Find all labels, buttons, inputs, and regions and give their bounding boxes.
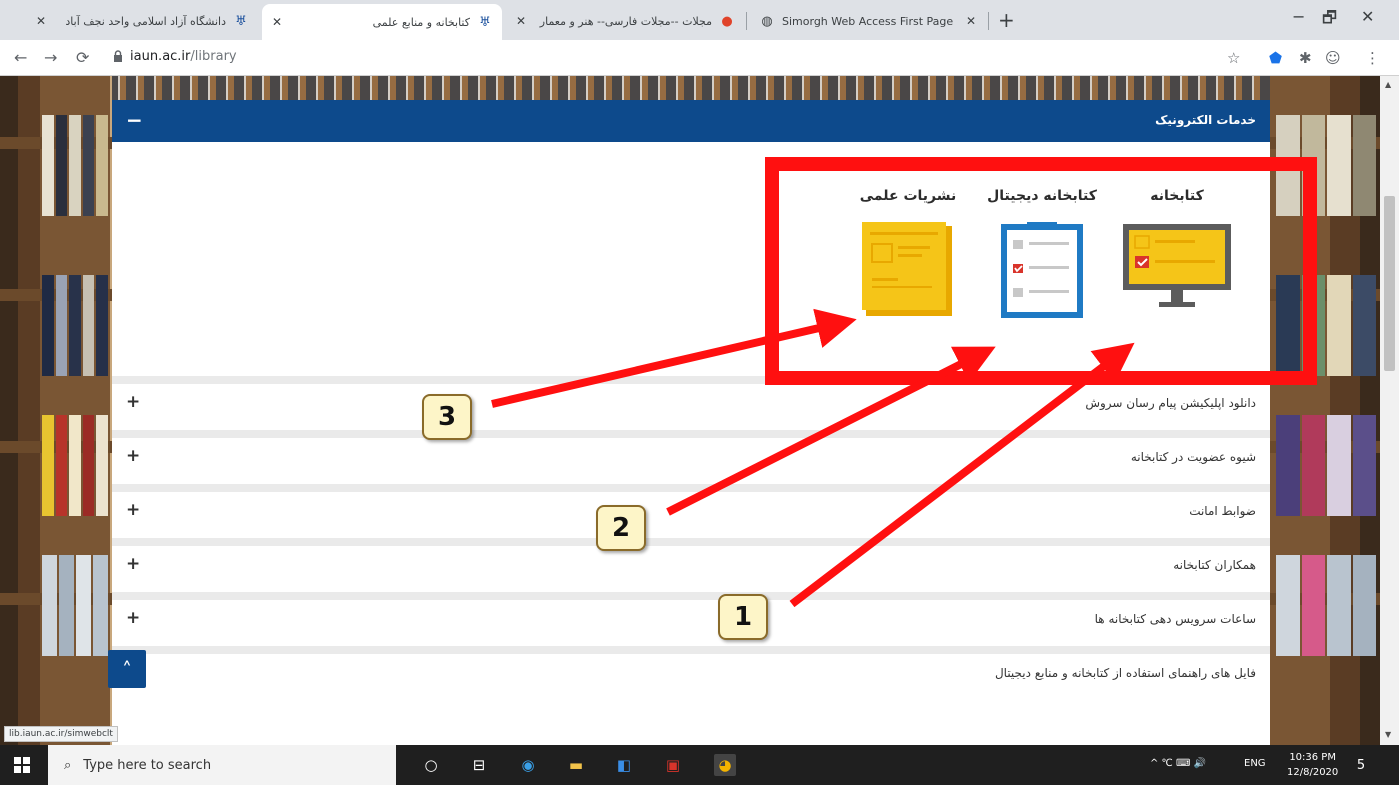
restore-button[interactable]: 🗗	[1322, 7, 1337, 34]
university-logo-icon: ♅	[479, 14, 491, 30]
accordion-row-membership[interactable]: + شیوه عضویت در کتابخانه	[112, 430, 1270, 476]
status-bar-link: lib.iaun.ac.ir/simwebclt	[4, 726, 118, 742]
notification-count: 5	[1356, 757, 1366, 773]
url-path: /library	[190, 49, 237, 64]
clipboard-icon[interactable]	[977, 222, 1107, 324]
journal-icon[interactable]	[852, 222, 964, 322]
expand-plus-icon[interactable]: +	[126, 554, 140, 574]
tab-label: دانشگاه آزاد اسلامی واحد نجف آباد	[65, 14, 226, 28]
browser-tab-strip: ♅ دانشگاه آزاد اسلامی واحد نجف آباد ✕ ♅ …	[0, 0, 1399, 40]
clock-date: 12/8/2020	[1287, 767, 1339, 778]
close-tab-icon[interactable]: ✕	[36, 14, 46, 28]
category-label: کتابخانه دیجیتال	[987, 188, 1097, 204]
minimize-button[interactable]: −	[1292, 7, 1305, 26]
url-field[interactable]: iaun.ac.ir/library	[130, 49, 237, 64]
category-label: نشریات علمی	[859, 188, 957, 204]
cortana-icon[interactable]: ○	[420, 754, 442, 776]
chrome-icon[interactable]: ◕	[714, 754, 736, 776]
scroll-down-arrow-icon[interactable]: ▼	[1385, 730, 1391, 739]
back-arrow-icon[interactable]: ←	[14, 48, 27, 67]
accordion-label[interactable]: دانلود اپلیکیشن پیام رسان سروش	[1085, 396, 1256, 410]
panel-header[interactable]: خدمات الکترونیک −	[112, 100, 1270, 142]
e-services-panel: خدمات الکترونیک − کتابخانه کتابخانه دیجی…	[112, 100, 1270, 745]
scroll-to-top-button[interactable]: ˄	[108, 650, 146, 688]
tab-label: کتابخانه و منابع علمی	[372, 15, 470, 29]
monitor-icon[interactable]	[1117, 222, 1237, 316]
category-digital-library[interactable]: کتابخانه دیجیتال	[977, 188, 1107, 324]
task-view-icon[interactable]: ⊟	[468, 754, 490, 776]
bookshelf-right	[1272, 76, 1380, 745]
tab-separator	[988, 12, 989, 30]
accordion-label[interactable]: شیوه عضویت در کتابخانه	[1131, 450, 1256, 464]
close-tab-icon[interactable]: ✕	[966, 14, 976, 28]
taskbar-search-box[interactable]: ⌕ Type here to search	[48, 745, 396, 785]
expand-plus-icon[interactable]: +	[126, 608, 140, 628]
address-toolbar: ← → ⟳ iaun.ac.ir/library ☆ ⬟ ✱ ☺ ⋮	[0, 40, 1399, 76]
url-host: iaun.ac.ir	[130, 49, 191, 64]
category-library[interactable]: کتابخانه	[1117, 188, 1237, 316]
windows-taskbar: ⌕ Type here to search ○ ⊟ ◉ ▬ ◧ ▣ ◕ ^ ℃ …	[0, 745, 1399, 785]
panel-title: خدمات الکترونیک	[1155, 113, 1256, 127]
acrobat-icon[interactable]: ▣	[662, 754, 684, 776]
profile-icon[interactable]: ☺	[1325, 49, 1341, 67]
clock-time: 10:36 PM	[1289, 752, 1336, 763]
reload-icon[interactable]: ⟳	[76, 48, 89, 67]
expand-plus-icon[interactable]: +	[126, 392, 140, 412]
tab-library[interactable]: ♅ کتابخانه و منابع علمی ✕	[262, 4, 502, 40]
tab-magazines[interactable]: ● مجلات --مجلات فارسی-- هنر و معمار ✕	[506, 6, 744, 36]
notification-icon[interactable]: 5	[1350, 754, 1372, 776]
new-tab-button[interactable]: +	[998, 8, 1015, 32]
page-scrollbar[interactable]: ▲ ▼	[1380, 76, 1399, 745]
windows-start-icon[interactable]	[14, 757, 30, 773]
scrollbar-thumb[interactable]	[1384, 196, 1395, 371]
university-logo-icon: ♅	[235, 13, 247, 29]
accordion-row-soroush[interactable]: + دانلود اپلیکیشن پیام رسان سروش	[112, 376, 1270, 422]
collapse-button[interactable]: −	[126, 108, 143, 132]
callout-3: 3	[422, 394, 472, 440]
close-tab-icon[interactable]: ✕	[516, 14, 526, 28]
edge-icon[interactable]: ◉	[517, 754, 539, 776]
forward-arrow-icon[interactable]: →	[44, 48, 57, 67]
language-indicator[interactable]: ENG	[1244, 758, 1266, 769]
bookshelf-background	[112, 76, 1270, 102]
page-viewport: خدمات الکترونیک − کتابخانه کتابخانه دیجی…	[0, 76, 1380, 745]
tab-separator	[746, 12, 747, 30]
close-tab-icon[interactable]: ✕	[272, 15, 282, 29]
tab-label: Simorgh Web Access First Page	[782, 14, 954, 28]
accordion-label[interactable]: فایل های راهنمای استفاده از کتابخانه و م…	[995, 666, 1256, 680]
close-window-button[interactable]: ✕	[1361, 7, 1374, 26]
expand-plus-icon[interactable]: +	[126, 446, 140, 466]
tab-university[interactable]: ♅ دانشگاه آزاد اسلامی واحد نجف آباد ✕	[26, 6, 258, 36]
globe-icon: ◍	[761, 13, 773, 29]
magazine-site-icon: ●	[721, 13, 733, 29]
accordion-row-loan-rules[interactable]: + ضوابط امانت	[112, 484, 1270, 530]
search-icon: ⌕	[64, 757, 72, 773]
menu-dots-icon[interactable]: ⋮	[1365, 49, 1380, 67]
app-icon[interactable]: ◧	[613, 754, 635, 776]
search-placeholder: Type here to search	[83, 757, 212, 773]
accordion-label[interactable]: ساعات سرویس دهی کتابخانه ها	[1095, 612, 1256, 626]
taskbar-clock[interactable]: 10:36 PM 12/8/2020	[1287, 750, 1338, 780]
system-tray-icons[interactable]: ^ ℃ ⌨ 🔊	[1150, 758, 1206, 769]
lock-icon[interactable]	[113, 50, 123, 62]
puzzle-icon[interactable]: ✱	[1299, 49, 1312, 67]
accordion-row-hours[interactable]: + ساعات سرویس دهی کتابخانه ها	[112, 592, 1270, 638]
callout-1: 1	[718, 594, 768, 640]
tab-label: مجلات --مجلات فارسی-- هنر و معمار	[539, 14, 712, 28]
accordion-label[interactable]: ضوابط امانت	[1189, 504, 1256, 518]
accordion-row-staff[interactable]: + همکاران کتابخانه	[112, 538, 1270, 584]
extension-icon[interactable]: ⬟	[1269, 49, 1282, 67]
star-icon[interactable]: ☆	[1227, 49, 1240, 67]
accordion-label[interactable]: همکاران کتابخانه	[1173, 558, 1256, 572]
scroll-up-arrow-icon[interactable]: ▲	[1385, 80, 1391, 89]
expand-plus-icon[interactable]: +	[126, 500, 140, 520]
category-journals[interactable]: نشریات علمی	[852, 188, 964, 322]
tab-simorgh[interactable]: ◍ Simorgh Web Access First Page ✕	[750, 6, 986, 36]
accordion-row-guides[interactable]: فایل های راهنمای استفاده از کتابخانه و م…	[112, 646, 1270, 692]
category-label: کتابخانه	[1150, 188, 1204, 204]
file-explorer-icon[interactable]: ▬	[565, 754, 587, 776]
callout-2: 2	[596, 505, 646, 551]
bookshelf-left	[38, 76, 112, 745]
